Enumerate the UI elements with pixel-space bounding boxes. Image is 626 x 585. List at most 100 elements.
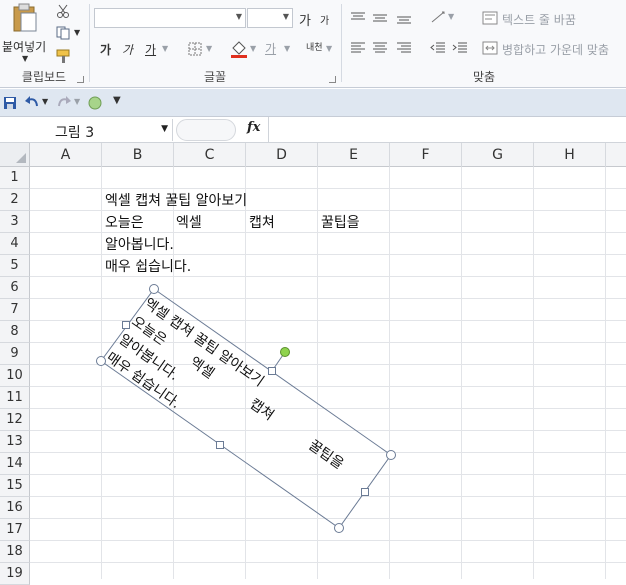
row-header[interactable]: 6 [0, 277, 30, 299]
cell-b5[interactable]: 매우 쉽습니다. [105, 256, 191, 276]
row-header[interactable]: 16 [0, 497, 30, 519]
customize-toolbar-icon[interactable]: ▼ [113, 95, 121, 106]
row-header[interactable]: 15 [0, 475, 30, 497]
font-size-dropdown-icon[interactable]: ▼ [283, 12, 289, 21]
align-bottom-icon[interactable] [396, 12, 412, 27]
font-name-combo[interactable]: ▼ [94, 8, 246, 28]
font-name-dropdown-icon[interactable]: ▼ [236, 12, 242, 21]
column-header[interactable]: D [246, 143, 318, 167]
row-header[interactable]: 4 [0, 233, 30, 255]
merge-center-button[interactable]: 병합하고 가운데 맞춤 [502, 41, 609, 58]
redo-icon[interactable] [56, 95, 72, 112]
row-header[interactable]: 7 [0, 299, 30, 321]
merge-center-icon[interactable] [482, 41, 498, 58]
undo-dropdown-icon[interactable]: ▼ [42, 97, 48, 106]
resize-handle-top-left[interactable] [149, 284, 159, 294]
orientation-dropdown-icon[interactable]: ▼ [448, 12, 454, 21]
column-header[interactable]: E [318, 143, 390, 167]
align-left-icon[interactable] [350, 42, 366, 57]
name-box-dropdown-icon[interactable]: ▼ [161, 124, 168, 134]
rotation-handle[interactable] [280, 347, 290, 357]
column-header[interactable]: A [30, 143, 102, 167]
row-header[interactable]: 9 [0, 343, 30, 365]
wrap-text-icon[interactable] [482, 11, 498, 28]
wrap-text-button[interactable]: 텍스트 줄 바꿈 [502, 11, 576, 28]
undo-icon[interactable] [24, 95, 40, 112]
row-header[interactable]: 17 [0, 519, 30, 541]
row-header[interactable]: 1 [0, 167, 30, 189]
worksheet-grid[interactable]: 엑셀 캡쳐 꿀팁 알아보기 오늘은 엑셀 캡쳐 꿀팁을 알아봅니다. 매우 쉽습… [30, 167, 626, 579]
align-right-icon[interactable] [396, 42, 412, 57]
column-header[interactable]: H [534, 143, 606, 167]
fill-color-icon[interactable] [230, 40, 248, 61]
bold-button[interactable]: 가 [100, 41, 111, 58]
resize-handle-top[interactable] [268, 367, 276, 375]
copy-icon[interactable] [56, 26, 72, 43]
gridline [30, 430, 626, 431]
column-header[interactable]: G [462, 143, 534, 167]
resize-handle-right[interactable] [361, 488, 369, 496]
row-header[interactable]: 8 [0, 321, 30, 343]
gridline [30, 254, 626, 255]
row-header[interactable]: 11 [0, 387, 30, 409]
select-all-button[interactable] [0, 143, 30, 167]
cell-b4[interactable]: 알아봅니다. [105, 234, 174, 254]
insert-function-button[interactable]: fx [247, 120, 260, 135]
resize-handle-top-right[interactable] [386, 450, 396, 460]
save-icon[interactable] [3, 96, 17, 113]
cut-icon[interactable] [56, 4, 70, 21]
resize-handle-bottom[interactable] [216, 441, 224, 449]
cell-b3-word[interactable]: 캡쳐 [249, 212, 275, 232]
row-header[interactable]: 10 [0, 365, 30, 387]
align-top-icon[interactable] [350, 12, 366, 27]
font-size-combo[interactable]: ▼ [247, 8, 293, 28]
fill-color-dropdown-icon[interactable]: ▼ [250, 44, 256, 53]
row-header[interactable]: 13 [0, 431, 30, 453]
orientation-icon[interactable] [430, 10, 448, 27]
clipboard-dialog-launcher-icon[interactable] [77, 76, 84, 83]
row-header[interactable]: 14 [0, 453, 30, 475]
cell-b2[interactable]: 엑셀 캡쳐 꿀팁 알아보기 [105, 190, 247, 210]
row-header[interactable]: 2 [0, 189, 30, 211]
format-painter-icon[interactable] [56, 48, 72, 67]
underline-dropdown-icon[interactable]: ▼ [162, 44, 168, 53]
decrease-indent-icon[interactable] [430, 42, 446, 57]
phonetic-button[interactable]: 내천 [306, 40, 323, 53]
underline-button[interactable]: 가 [145, 41, 156, 58]
italic-button[interactable]: 가 [122, 41, 133, 58]
grow-font-button[interactable]: 가 [299, 10, 311, 29]
align-center-icon[interactable] [372, 42, 388, 57]
row-header[interactable]: 12 [0, 409, 30, 431]
row-header[interactable]: 5 [0, 255, 30, 277]
row-header[interactable]: 3 [0, 211, 30, 233]
paste-icon[interactable] [12, 3, 38, 33]
name-box[interactable]: 그림 3 ▼ [0, 119, 173, 141]
paste-button[interactable]: 붙여넣기 [2, 38, 46, 55]
border-icon[interactable] [188, 42, 202, 59]
font-dialog-launcher-icon[interactable] [329, 76, 336, 83]
row-header[interactable]: 18 [0, 541, 30, 563]
phonetic-dropdown-icon[interactable]: ▼ [326, 44, 332, 53]
cell-b3-word[interactable]: 엑셀 [176, 212, 202, 232]
paste-dropdown-icon[interactable]: ▼ [22, 54, 28, 63]
redo-dropdown-icon[interactable]: ▼ [74, 97, 80, 106]
resize-handle-left[interactable] [122, 321, 130, 329]
copy-dropdown-icon[interactable]: ▼ [74, 28, 80, 37]
row-header[interactable]: 19 [0, 563, 30, 585]
column-header[interactable]: F [390, 143, 462, 167]
circle-button-icon[interactable] [87, 95, 103, 114]
cell-b3-word[interactable]: 꿀팁을 [321, 212, 360, 232]
resize-handle-bottom-right[interactable] [334, 523, 344, 533]
border-dropdown-icon[interactable]: ▼ [206, 44, 212, 53]
shrink-font-button[interactable]: 가 [320, 12, 329, 27]
column-header[interactable]: B [102, 143, 174, 167]
column-header[interactable]: C [174, 143, 246, 167]
formula-splitter[interactable] [176, 119, 236, 141]
resize-handle-bottom-left[interactable] [96, 356, 106, 366]
cell-b3-word[interactable]: 오늘은 [105, 212, 144, 232]
align-middle-icon[interactable] [372, 12, 388, 27]
font-color-dropdown-icon[interactable]: ▼ [284, 44, 290, 53]
increase-indent-icon[interactable] [452, 42, 468, 57]
font-color-button[interactable]: 가 [265, 40, 276, 57]
formula-input[interactable] [268, 117, 626, 143]
